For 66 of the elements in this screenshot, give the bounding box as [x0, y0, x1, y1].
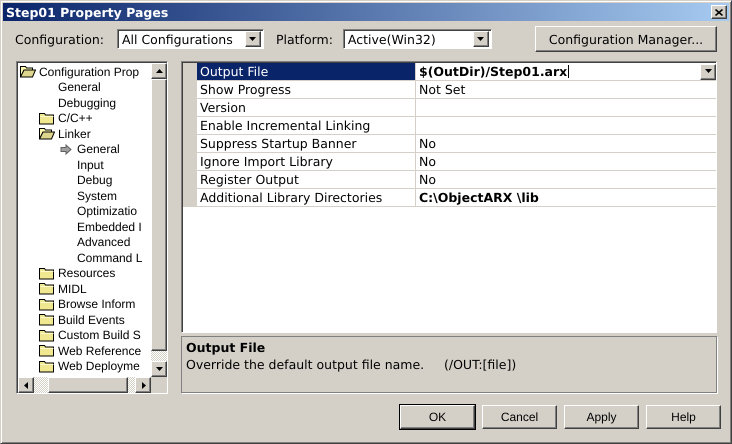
tree-item[interactable]: Optimizatio — [76, 204, 138, 218]
tree-item[interactable]: Build Events — [57, 312, 126, 327]
platform-label: Platform: — [276, 32, 333, 46]
tree-item[interactable]: Linker — [57, 126, 92, 141]
property-value: No — [419, 136, 436, 151]
scrollbar-corner — [151, 377, 167, 393]
tree-item[interactable]: Configuration Prop — [38, 64, 140, 79]
row-header — [183, 189, 197, 207]
tree-item[interactable]: Input — [76, 158, 105, 172]
property-value: Not Set — [419, 82, 466, 97]
down-arrow-icon — [154, 364, 164, 374]
property-name[interactable]: Suppress Startup Banner — [197, 135, 416, 153]
tree-item[interactable]: MIDL — [57, 282, 88, 296]
property-name[interactable]: Version — [197, 99, 416, 117]
property-name[interactable]: Show Progress — [197, 81, 416, 99]
property-name[interactable]: Additional Library Directories — [197, 189, 416, 207]
dialog-button[interactable]: Cancel — [482, 405, 557, 429]
property-name[interactable]: Output File — [197, 63, 416, 81]
dropdown-button[interactable] — [244, 31, 261, 47]
tree-item[interactable]: Debug — [76, 173, 114, 188]
property-name[interactable]: Enable Incremental Linking — [197, 117, 416, 135]
property-value-field[interactable]: $(OutDir)/Step01.arx — [419, 64, 568, 79]
tree-item[interactable]: Debugging — [57, 96, 118, 110]
scroll-up-button[interactable] — [151, 63, 167, 79]
tree-item[interactable]: Web Reference — [57, 344, 142, 358]
dialog-button[interactable]: OK — [400, 405, 475, 429]
description-title: Output File — [186, 340, 266, 355]
scroll-thumb[interactable] — [48, 377, 128, 393]
description-text: Override the default output file name. (/OUT:[file]) — [186, 357, 518, 372]
scroll-left-button[interactable] — [18, 377, 34, 393]
tree-item[interactable]: Resources — [57, 266, 116, 280]
property-name[interactable]: Ignore Import Library — [197, 153, 416, 171]
close-button[interactable] — [711, 5, 727, 19]
tree-item[interactable]: System — [76, 188, 118, 203]
configuration-dropdown[interactable]: All Configurations — [116, 29, 264, 49]
up-arrow-icon — [154, 66, 164, 76]
property-value: C:\ObjectARX \lib — [419, 190, 539, 205]
dropdown-button[interactable] — [472, 31, 489, 47]
tree-item[interactable]: General — [57, 80, 102, 94]
tree-item[interactable]: Command L — [76, 250, 144, 265]
scroll-down-button[interactable] — [151, 361, 167, 377]
text-cursor — [568, 65, 570, 78]
property-name[interactable]: Register Output — [197, 171, 416, 189]
platform-dropdown[interactable]: Active(Win32) — [342, 29, 492, 49]
window-title: Step01 Property Pages — [6, 4, 170, 20]
close-icon — [715, 8, 723, 16]
tree-item[interactable]: Web Deployme — [57, 359, 141, 374]
tree-item[interactable]: Advanced — [76, 235, 132, 250]
configuration-manager-button[interactable]: Configuration Manager... — [535, 26, 717, 52]
property-value: No — [419, 154, 436, 169]
horizontal-scrollbar[interactable] — [18, 377, 151, 393]
dropdown-arrow-icon — [476, 34, 486, 44]
tree-item[interactable]: Custom Build S — [57, 328, 142, 342]
property-value: No — [419, 172, 436, 187]
left-arrow-icon — [22, 380, 30, 390]
tree-item[interactable]: Embedded I — [76, 220, 143, 234]
tree-item[interactable]: General — [76, 142, 121, 156]
row-header — [183, 63, 197, 81]
scroll-right-button[interactable] — [135, 377, 151, 393]
tree-item[interactable]: C/C++ — [57, 111, 94, 126]
configuration-label: Configuration: — [15, 32, 104, 46]
dialog-button[interactable]: Apply — [564, 405, 639, 429]
tree-item[interactable]: Browse Inform — [57, 297, 136, 312]
dropdown-arrow-icon — [248, 34, 258, 44]
dropdown-button[interactable] — [700, 64, 716, 80]
dialog-button[interactable]: Help — [646, 405, 721, 429]
